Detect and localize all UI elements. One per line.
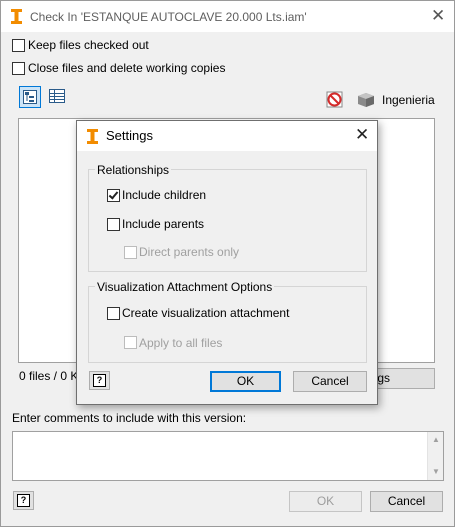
- visualization-group-label: Visualization Attachment Options: [95, 280, 275, 294]
- apply-all-checkbox: [124, 336, 137, 349]
- settings-title-bar: Settings ✕: [77, 121, 377, 151]
- ok-button[interactable]: OK: [289, 491, 362, 512]
- help-button[interactable]: ?: [13, 491, 34, 510]
- scroll-up-icon[interactable]: ▲: [428, 435, 444, 445]
- window-title: Check In 'ESTANQUE AUTOCLAVE 20.000 Lts.…: [30, 10, 307, 24]
- settings-help-button[interactable]: ?: [89, 371, 110, 390]
- comments-textarea[interactable]: ▲ ▼: [12, 431, 444, 481]
- settings-help-icon: ?: [93, 374, 106, 387]
- include-children-label: Include children: [122, 188, 207, 202]
- settings-ok-button[interactable]: OK: [210, 371, 281, 392]
- tree-view-button[interactable]: [19, 86, 41, 108]
- comments-scrollbar[interactable]: ▲ ▼: [427, 432, 443, 480]
- help-icon: ?: [17, 494, 30, 507]
- project-name: Ingenieria: [382, 93, 435, 107]
- grid-view-icon: [49, 89, 65, 103]
- include-parents-label: Include parents: [122, 217, 205, 231]
- close-files-checkbox[interactable]: [12, 62, 25, 75]
- cancel-button[interactable]: Cancel: [370, 491, 443, 512]
- inventor-app-icon: [10, 9, 23, 24]
- tree-view-icon: [23, 90, 37, 104]
- apply-all-label: Apply to all files: [139, 336, 223, 350]
- scroll-down-icon[interactable]: ▼: [428, 467, 444, 477]
- keep-checked-out-label: Keep files checked out: [28, 38, 149, 52]
- settings-button-label: gs: [377, 371, 390, 385]
- grid-view-button[interactable]: [46, 86, 68, 108]
- create-attachment-label: Create visualization attachment: [122, 306, 290, 320]
- relationships-group-label: Relationships: [95, 163, 172, 177]
- settings-app-icon: [86, 129, 99, 144]
- no-entry-icon[interactable]: [326, 91, 343, 108]
- settings-cancel-button[interactable]: Cancel: [293, 371, 367, 392]
- create-attachment-checkbox[interactable]: [107, 307, 120, 320]
- window-close-icon[interactable]: ✕: [431, 8, 445, 25]
- settings-close-icon[interactable]: ✕: [355, 127, 369, 144]
- settings-title: Settings: [106, 128, 153, 143]
- direct-parents-label: Direct parents only: [139, 245, 240, 259]
- close-files-label: Close files and delete working copies: [28, 61, 226, 75]
- project-cube-icon: [358, 93, 374, 107]
- keep-checked-out-checkbox[interactable]: [12, 39, 25, 52]
- direct-parents-checkbox: [124, 246, 137, 259]
- include-parents-checkbox[interactable]: [107, 218, 120, 231]
- comments-label: Enter comments to include with this vers…: [12, 411, 247, 425]
- include-children-checkbox[interactable]: [107, 189, 120, 202]
- title-bar: Check In 'ESTANQUE AUTOCLAVE 20.000 Lts.…: [1, 1, 454, 32]
- visualization-group: [88, 286, 367, 363]
- settings-dialog: Settings ✕ Relationships Include childre…: [76, 120, 378, 405]
